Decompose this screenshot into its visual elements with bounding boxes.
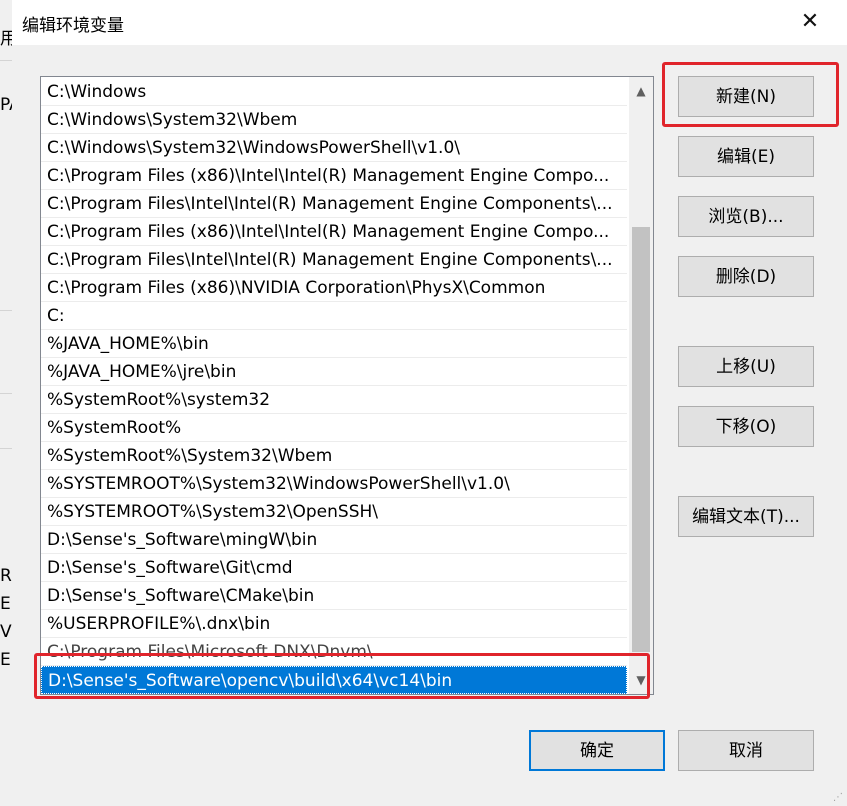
path-list-item[interactable]: C:\Windows\System32\Wbem (41, 106, 627, 134)
path-list-item[interactable]: %SystemRoot%\System32\Wbem (41, 442, 627, 470)
title-bar[interactable]: 编辑环境变量 ✕ (12, 0, 847, 45)
path-list-item[interactable]: %USERPROFILE%\.dnx\bin (41, 610, 627, 638)
path-list: C:\Windows C:\Windows\System32\Wbem C:\Win… (41, 78, 630, 694)
path-list-item[interactable]: C:\Program Files\Microsoft DNX\Dnvm\ (41, 638, 627, 666)
ok-button[interactable]: 确定 (529, 730, 665, 771)
divider (0, 393, 12, 394)
path-list-item[interactable]: C: (41, 302, 627, 330)
path-list-item[interactable]: C:\Windows (41, 78, 627, 106)
edit-environment-variable-dialog: 编辑环境变量 ✕ C:\Windows C:\Windows\System32\W… (12, 0, 847, 806)
close-icon[interactable]: ✕ (792, 6, 828, 38)
path-list-item[interactable]: D:\Sense's_Software\Git\cmd (41, 554, 627, 582)
path-list-item[interactable]: C:\Program Files (x86)\Intel\Intel(R) Ma… (41, 162, 627, 190)
move-up-button[interactable]: 上移(U) (678, 346, 814, 387)
path-list-item[interactable]: C:\Program Files\Intel\Intel(R) Manageme… (41, 190, 627, 218)
path-list-item[interactable]: C:\Program Files (x86)\NVIDIA Corporatio… (41, 274, 627, 302)
path-list-item[interactable]: %JAVA_HOME%\jre\bin (41, 358, 627, 386)
browse-button[interactable]: 浏览(B)... (678, 196, 814, 237)
divider (0, 448, 12, 449)
background-text: E (0, 594, 11, 614)
path-list-item[interactable]: C:\Program Files (x86)\Intel\Intel(R) Ma… (41, 218, 627, 246)
edit-text-button[interactable]: 编辑文本(T)... (678, 496, 814, 537)
delete-button[interactable]: 删除(D) (678, 256, 814, 297)
background-text: V (0, 622, 12, 642)
path-list-item[interactable]: D:\Sense's_Software\CMake\bin (41, 582, 627, 610)
path-list-item[interactable]: C:\Windows\System32\WindowsPowerShell\v1… (41, 134, 627, 162)
path-list-item-selected[interactable]: D:\Sense's_Software\opencv\build\x64\vc1… (41, 666, 627, 694)
dialog-title: 编辑环境变量 (22, 16, 124, 36)
path-listbox[interactable]: C:\Windows C:\Windows\System32\Wbem C:\Win… (40, 76, 654, 695)
edit-button[interactable]: 编辑(E) (678, 136, 814, 177)
vertical-scrollbar[interactable]: ▲ ▼ (629, 77, 653, 694)
move-down-button[interactable]: 下移(O) (678, 406, 814, 447)
cancel-button[interactable]: 取消 (678, 730, 814, 771)
path-list-item[interactable]: %SYSTEMROOT%\System32\OpenSSH\ (41, 498, 627, 526)
path-list-item[interactable]: C:\Program Files\Intel\Intel(R) Manageme… (41, 246, 627, 274)
path-list-item[interactable]: %SystemRoot%\system32 (41, 386, 627, 414)
scroll-up-arrow-icon[interactable]: ▲ (629, 77, 653, 105)
background-text: E (0, 650, 11, 670)
divider (0, 60, 12, 61)
path-list-item[interactable]: %JAVA_HOME%\bin (41, 330, 627, 358)
path-list-item[interactable]: %SystemRoot% (41, 414, 627, 442)
path-list-item[interactable]: D:\Sense's_Software\mingW\bin (41, 526, 627, 554)
background-text: R (0, 566, 12, 586)
divider (0, 310, 12, 311)
scroll-thumb[interactable] (632, 227, 650, 652)
resize-grip-icon[interactable]: ⋰ (833, 792, 845, 804)
new-button[interactable]: 新建(N) (678, 76, 814, 117)
scroll-down-arrow-icon[interactable]: ▼ (629, 666, 653, 694)
path-list-item[interactable]: %SYSTEMROOT%\System32\WindowsPowerShell\… (41, 470, 627, 498)
